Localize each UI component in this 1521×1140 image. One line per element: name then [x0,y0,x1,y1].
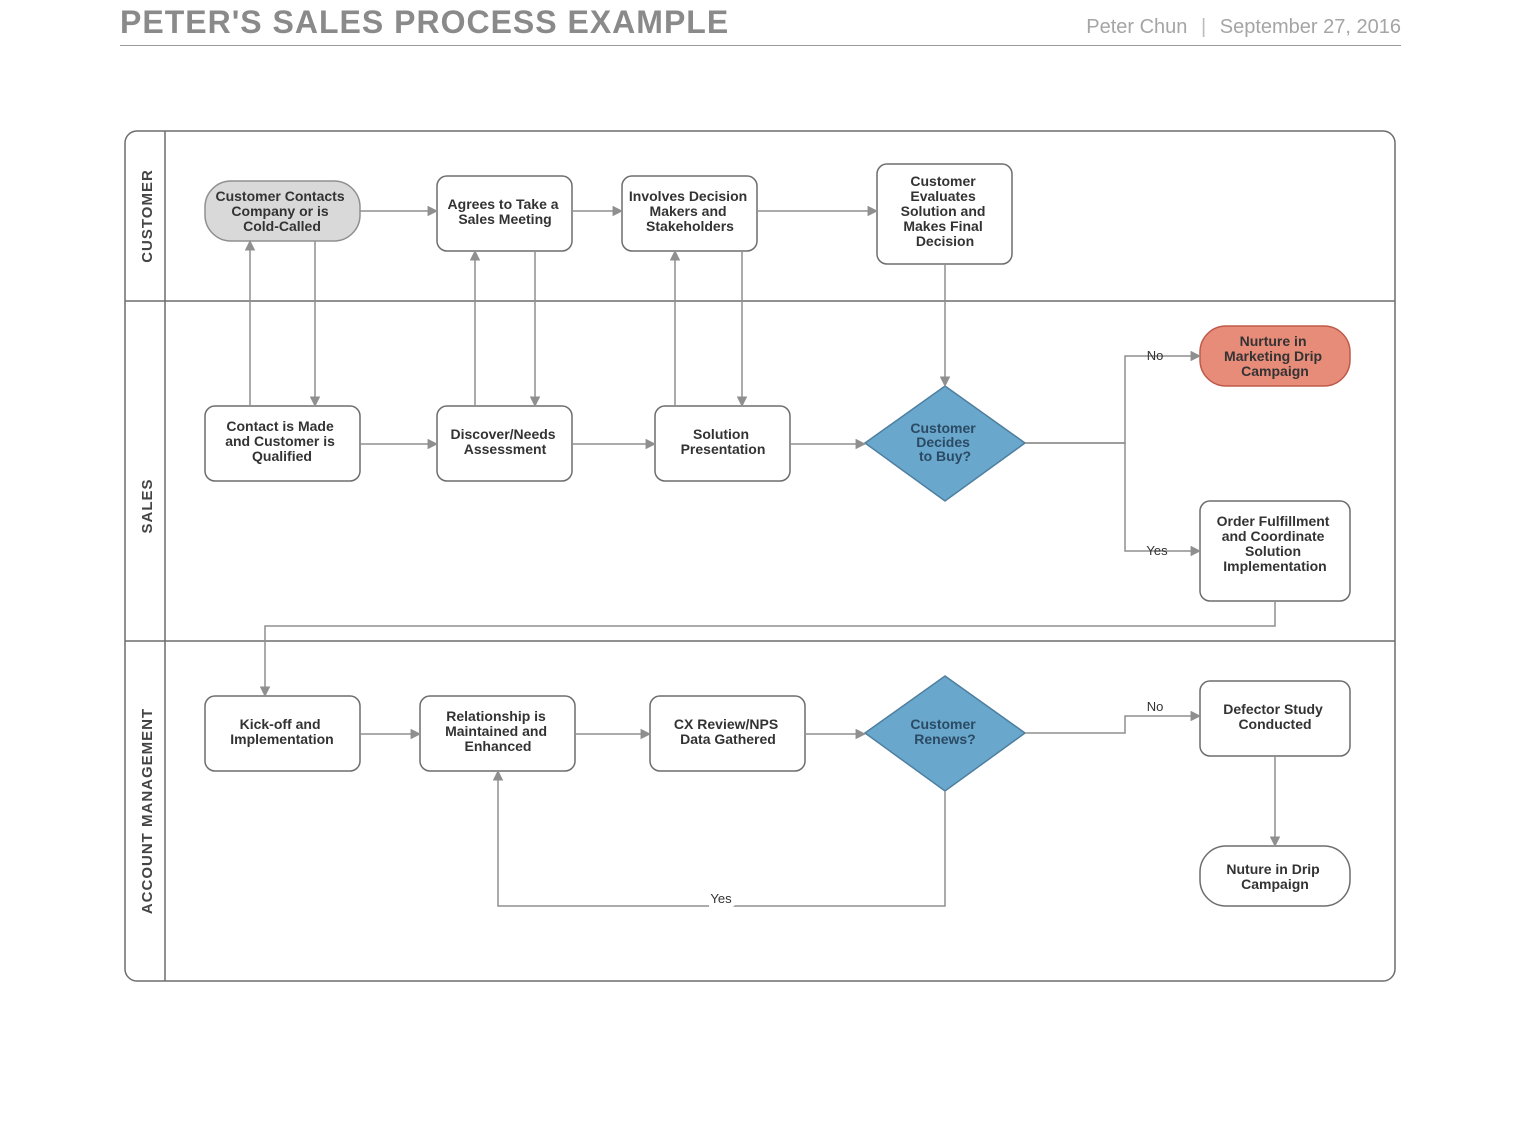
node-solution-presentation-label: Solution Presentation [681,426,766,457]
node-decision-renews-label: Customer Renews? [910,716,979,747]
node-order-fulfillment-label: Order Fulfillment and Coordinate Solutio… [1217,513,1334,574]
lane-label-customer: CUSTOMER [139,169,156,263]
node-defector-study-label: Defector Study Conducted [1223,701,1326,732]
byline-separator: | [1201,16,1206,38]
node-kickoff-label: Kick-off and Implementation [230,716,333,747]
edge-label-no-2: No [1147,699,1164,714]
edge-label-yes-1: Yes [1146,543,1168,558]
page-header: PETER'S SALES PROCESS EXAMPLE Peter Chun… [120,0,1401,46]
edge-a4-no [1025,716,1200,733]
node-decision-buy-label: Customer Decides to Buy? [910,420,979,464]
edge-label-no-1: No [1147,348,1164,363]
lane-label-sales: SALES [139,478,156,533]
node-discover-needs-label: Discover/Needs Assessment [451,426,560,457]
page-byline: Peter Chun | September 27, 2016 [1086,16,1401,39]
edge-a4-yes [498,771,945,906]
node-cx-review-label: CX Review/NPS Data Gathered [674,716,782,747]
edge-s4-yes [1025,443,1200,551]
flowchart-canvas: CUSTOMER SALES ACCOUNT MANAGEMENT Custom… [120,126,1401,986]
edge-s4-no [1025,356,1200,443]
edge-label-yes-2: Yes [710,891,732,906]
author-name: Peter Chun [1086,16,1187,38]
page-title: PETER'S SALES PROCESS EXAMPLE [120,4,729,41]
lane-label-account: ACCOUNT MANAGEMENT [139,708,156,914]
edge-s6-a1 [265,601,1275,696]
node-agrees-meeting-label: Agrees to Take a Sales Meeting [448,196,563,227]
doc-date: September 27, 2016 [1220,16,1401,38]
